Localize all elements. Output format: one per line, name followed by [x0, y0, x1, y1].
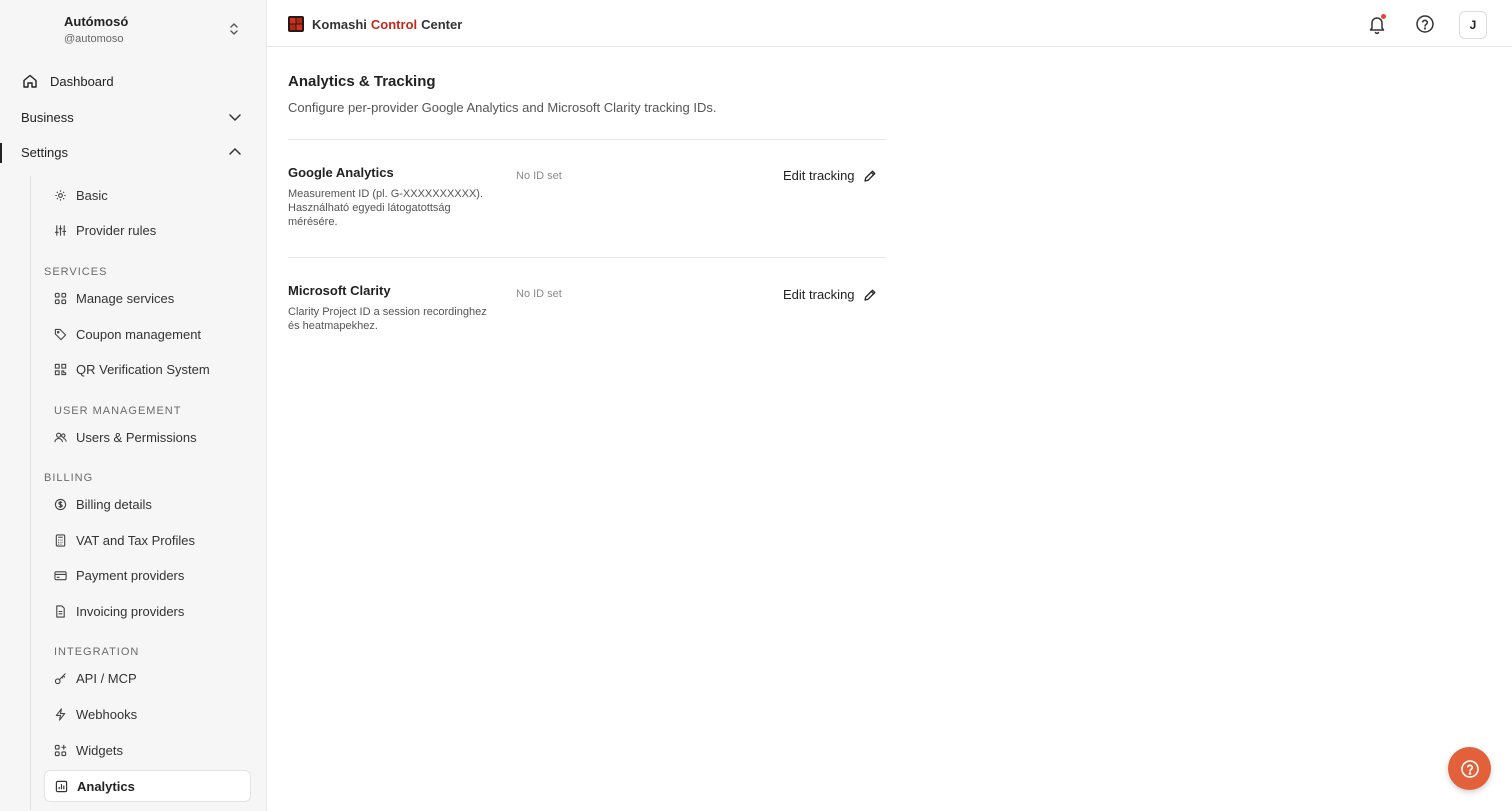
account-switcher[interactable]: Autómosó @automoso — [64, 14, 128, 45]
page-description: Configure per-provider Google Analytics … — [288, 100, 717, 115]
bolt-icon — [55, 707, 66, 721]
nav-invoicing-providers-label: Invoicing providers — [76, 603, 185, 619]
credit-card-icon — [54, 570, 67, 580]
chart-icon — [55, 780, 68, 792]
nav-coupon-management-label: Coupon management — [76, 326, 202, 342]
divider — [288, 139, 886, 140]
sidebar: Autómosó @automoso Dashboard Business Se… — [0, 0, 267, 811]
section-user-management: USER MANAGEMENT — [54, 405, 182, 417]
nav-qr-verification-label: QR Verification System — [76, 361, 210, 377]
page-title: Analytics & Tracking — [288, 73, 436, 90]
nav-api-mcp-label: API / MCP — [76, 670, 137, 686]
avatar[interactable]: J — [1459, 11, 1487, 39]
users-icon — [54, 432, 67, 442]
nav-basic-label: Basic — [76, 187, 108, 203]
google-analytics-title: Google Analytics — [288, 165, 394, 180]
nav-vat-tax-label: VAT and Tax Profiles — [76, 532, 195, 548]
section-services: SERVICES — [44, 266, 108, 278]
home-icon — [23, 74, 37, 88]
help-icon — [1460, 759, 1479, 778]
google-analytics-value: No ID set — [516, 170, 562, 182]
nav-dashboard[interactable]: Dashboard — [0, 67, 266, 95]
nav-settings[interactable]: Settings — [0, 138, 266, 166]
nav-provider-rules[interactable]: Provider rules — [54, 216, 156, 244]
divider — [288, 257, 886, 258]
file-icon — [56, 604, 65, 618]
section-billing: BILLING — [44, 472, 94, 484]
help-icon[interactable] — [1414, 13, 1436, 35]
qr-code-icon — [54, 363, 67, 375]
nav-manage-services[interactable]: Manage services — [54, 284, 174, 312]
brand-logo — [288, 16, 304, 32]
nav-basic[interactable]: Basic — [54, 181, 108, 209]
nav-business[interactable]: Business — [0, 103, 266, 131]
key-icon — [54, 672, 66, 684]
nav-payment-providers[interactable]: Payment providers — [54, 561, 184, 589]
nav-business-label: Business — [21, 109, 74, 125]
google-analytics-edit-button[interactable]: Edit tracking — [783, 168, 877, 183]
tag-icon — [54, 328, 67, 340]
nav-billing-details-label: Billing details — [76, 496, 152, 512]
nav-vat-tax[interactable]: VAT and Tax Profiles — [54, 526, 195, 554]
edit-button-label: Edit tracking — [783, 168, 855, 183]
top-header: Komashi Control Center J — [267, 0, 1512, 47]
grid-icon — [54, 292, 67, 304]
nav-coupon-management[interactable]: Coupon management — [54, 320, 201, 348]
brand-name-part1: Komashi — [312, 16, 367, 32]
edit-button-label: Edit tracking — [783, 287, 855, 302]
nav-analytics-label: Analytics — [77, 778, 135, 794]
calculator-icon — [55, 533, 66, 547]
nav-invoicing-providers[interactable]: Invoicing providers — [54, 597, 184, 625]
nav-widgets[interactable]: Widgets — [54, 736, 123, 764]
widgets-icon — [54, 744, 67, 756]
account-name: Autómosó — [64, 14, 129, 29]
account-handle: @automoso — [64, 33, 124, 45]
nav-users-permissions-label: Users & Permissions — [76, 429, 197, 445]
nav-api-mcp[interactable]: API / MCP — [54, 664, 137, 692]
google-analytics-description: Measurement ID (pl. G-XXXXXXXXXX). Haszn… — [288, 188, 484, 228]
brand-name-part2: Control — [370, 16, 418, 32]
microsoft-clarity-value: No ID set — [516, 288, 562, 300]
dollar-icon — [54, 498, 67, 510]
nav-webhooks[interactable]: Webhooks — [54, 700, 137, 728]
microsoft-clarity-title: Microsoft Clarity — [288, 283, 391, 298]
section-integration: INTEGRATION — [54, 646, 140, 658]
nav-billing-details[interactable]: Billing details — [54, 490, 152, 518]
nav-manage-services-label: Manage services — [76, 290, 175, 306]
microsoft-clarity-description: Clarity Project ID a session recordinghe… — [288, 306, 487, 332]
nav-analytics[interactable]: Analytics — [44, 770, 251, 802]
chevron-updown-icon[interactable] — [227, 20, 241, 38]
microsoft-clarity-edit-button[interactable]: Edit tracking — [783, 287, 877, 302]
brand-name-part3: Center — [421, 16, 463, 32]
nav-widgets-label: Widgets — [76, 742, 123, 758]
pencil-icon — [863, 170, 875, 182]
nav-users-permissions[interactable]: Users & Permissions — [54, 423, 197, 451]
pencil-icon — [863, 289, 875, 301]
help-chat-button[interactable] — [1448, 747, 1491, 790]
settings-group-line — [30, 176, 31, 810]
notification-dot — [1381, 14, 1386, 19]
nav-provider-rules-label: Provider rules — [76, 222, 157, 238]
chevron-down-icon — [229, 114, 241, 122]
sliders-icon — [54, 224, 67, 236]
nav-settings-label: Settings — [21, 144, 68, 160]
gear-icon — [55, 189, 66, 201]
nav-payment-providers-label: Payment providers — [76, 567, 185, 583]
brand[interactable]: Komashi Control Center — [288, 16, 462, 32]
chevron-up-icon — [229, 147, 241, 155]
nav-dashboard-label: Dashboard — [50, 73, 114, 89]
nav-webhooks-label: Webhooks — [76, 706, 138, 722]
nav-qr-verification[interactable]: QR Verification System — [54, 355, 210, 383]
